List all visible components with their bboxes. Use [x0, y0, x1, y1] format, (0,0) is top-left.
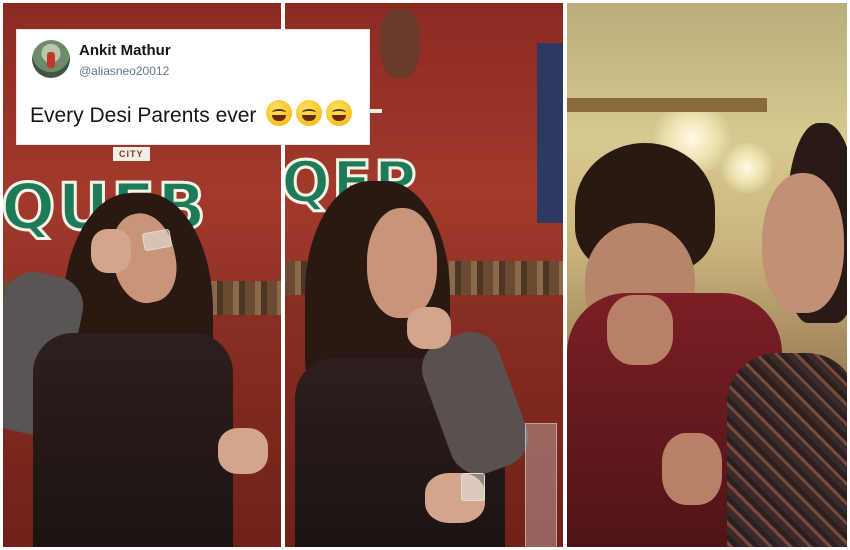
rolling-on-floor-laughing-icon — [296, 100, 323, 126]
user-name[interactable]: Ankit Mathur — [79, 42, 171, 59]
woman-jacket — [33, 333, 233, 547]
shot-glass — [461, 473, 485, 501]
wall-decoration — [380, 8, 420, 78]
avatar[interactable] — [32, 40, 70, 78]
tweet-card: Ankit Mathur @aliasneo20012 Every Desi P… — [17, 30, 369, 144]
drinking-glass — [525, 423, 557, 547]
woman-hand — [662, 433, 722, 505]
video-frame-3 — [567, 3, 847, 547]
ceiling-beam — [567, 98, 767, 112]
sign-strip: CITY — [113, 147, 150, 161]
man-hand — [607, 295, 673, 365]
tweet-text-body: Every Desi Parents ever — [30, 104, 257, 127]
woman-face — [762, 173, 844, 313]
woman-face — [367, 208, 437, 318]
woman-hand-lime — [407, 307, 451, 349]
woman-hand-lime — [218, 428, 268, 474]
wall-painting — [537, 43, 563, 223]
user-handle[interactable]: @aliasneo20012 — [79, 64, 169, 78]
rolling-on-floor-laughing-icon — [326, 100, 353, 126]
rolling-on-floor-laughing-icon — [266, 100, 293, 126]
woman-top — [727, 353, 847, 547]
tweet-text: Every Desi Parents ever — [30, 100, 353, 128]
woman-hand — [91, 229, 131, 273]
ceiling-light — [717, 143, 777, 193]
sign-strip — [370, 109, 382, 113]
